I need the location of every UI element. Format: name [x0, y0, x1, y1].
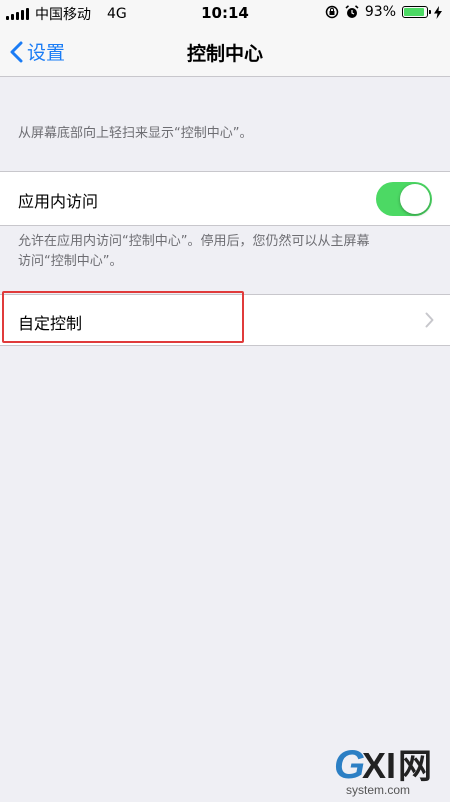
in-app-access-toggle[interactable]	[376, 182, 432, 216]
svg-text:system.com: system.com	[346, 783, 410, 797]
swipe-hint: 从屏幕底部向上轻扫来显示“控制中心”。	[18, 126, 253, 141]
watermark-logo: G X I 网 system.com	[334, 743, 432, 797]
rotation-lock-icon	[325, 5, 339, 19]
svg-text:X: X	[362, 745, 386, 786]
watermark: G X I 网 system.com	[332, 740, 444, 798]
in-app-access-label: 应用内访问	[18, 192, 99, 211]
toggle-knob	[400, 184, 430, 214]
status-right: 93%	[325, 4, 442, 20]
navigation-bar: 设置 控制中心	[0, 26, 450, 77]
alarm-icon	[345, 5, 359, 18]
battery-percent: 93%	[364, 4, 396, 20]
svg-text:I: I	[386, 745, 396, 786]
in-app-access-description: 允许在应用内访问“控制中心”。停用后，您仍然可以从主屏幕 访问“控制中心”。	[18, 232, 369, 272]
highlight-box	[2, 291, 244, 343]
battery-fill	[404, 8, 425, 16]
in-app-access-row[interactable]: 应用内访问	[0, 171, 450, 226]
svg-text:G: G	[334, 743, 365, 787]
svg-text:网: 网	[398, 747, 432, 787]
battery-icon	[402, 6, 431, 18]
chevron-right-icon	[425, 312, 434, 328]
description-line-2: 访问“控制中心”。	[18, 254, 123, 269]
page-title: 控制中心	[186, 43, 263, 65]
description-line-1: 允许在应用内访问“控制中心”。停用后，您仍然可以从主屏幕	[18, 234, 370, 249]
charging-icon	[434, 5, 442, 19]
status-bar: 中国移动 4G 10:14 93%	[0, 0, 450, 26]
